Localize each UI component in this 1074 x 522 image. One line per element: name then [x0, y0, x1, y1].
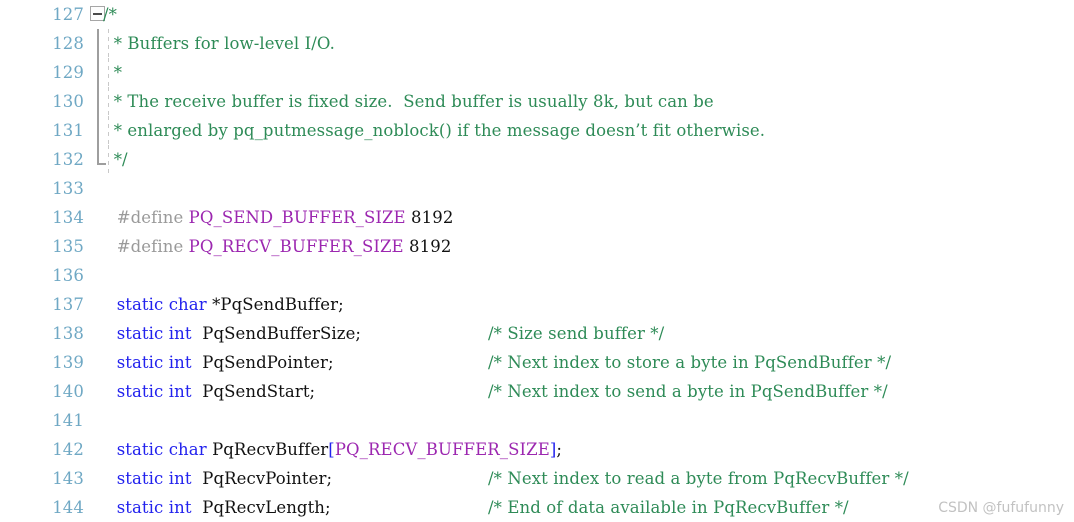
code-line[interactable]: 130 * The receive buffer is fixed size. …: [0, 87, 1074, 116]
token-keyword: static int: [106, 469, 197, 488]
code-line[interactable]: 127 /*: [0, 0, 1074, 29]
code-line[interactable]: 143 static int PqRecvPointer; /* Next ind…: [0, 464, 1074, 493]
code-text[interactable]: * Buffers for low-level I/O.: [103, 29, 335, 58]
line-number: 129: [52, 63, 84, 82]
line-number: 137: [52, 295, 84, 314]
code-line[interactable]: 135 #define PQ_RECV_BUFFER_SIZE 8192: [0, 232, 1074, 261]
token-comment: * enlarged by pq_putmessage_noblock() if…: [103, 121, 766, 140]
line-number: 127: [52, 5, 84, 24]
code-line[interactable]: 134 #define PQ_SEND_BUFFER_SIZE 8192: [0, 203, 1074, 232]
code-line[interactable]: 142 static char PqRecvBuffer[PQ_RECV_BUF…: [0, 435, 1074, 464]
token-plain: 8192: [405, 208, 454, 227]
code-text[interactable]: static int PqSendStart;: [106, 377, 315, 406]
code-line[interactable]: 141: [0, 406, 1074, 435]
code-text[interactable]: static int PqSendBufferSize;: [106, 319, 361, 348]
token-comment: */: [103, 150, 128, 169]
code-line[interactable]: 144 static int PqRecvLength; /* End of da…: [0, 493, 1074, 522]
code-text[interactable]: static int PqRecvPointer;: [106, 464, 332, 493]
token-keyword: static int: [106, 382, 197, 401]
code-line[interactable]: 138 static int PqSendBufferSize; /* Size …: [0, 319, 1074, 348]
token-plain: 8192: [403, 237, 452, 256]
line-number: 138: [52, 324, 84, 343]
code-line[interactable]: 133: [0, 174, 1074, 203]
trailing-comment: /* End of data available in PqRecvBuffer…: [488, 498, 849, 517]
line-number: 143: [52, 469, 84, 488]
line-number: 128: [52, 34, 84, 53]
token-comment: *: [103, 63, 123, 82]
trailing-comment: /* Next index to read a byte from PqRecv…: [488, 469, 909, 488]
code-line[interactable]: 131 * enlarged by pq_putmessage_noblock(…: [0, 116, 1074, 145]
token-comment: * The receive buffer is fixed size. Send…: [103, 92, 714, 111]
line-number: 134: [52, 208, 84, 227]
line-number: 135: [52, 237, 84, 256]
line-number: 140: [52, 382, 84, 401]
token-preprocessor: #define: [106, 208, 189, 227]
code-line[interactable]: 132 */: [0, 145, 1074, 174]
token-macro: PQ_SEND_BUFFER_SIZE: [188, 208, 406, 227]
token-comment: * Buffers for low-level I/O.: [103, 34, 335, 53]
token-keyword: static char: [106, 440, 213, 459]
line-number: 141: [52, 411, 84, 430]
fold-stem-icon: [97, 29, 99, 58]
line-number: 139: [52, 353, 84, 372]
code-text[interactable]: static int PqRecvLength;: [106, 493, 331, 522]
token-preprocessor: #define: [106, 237, 189, 256]
code-text[interactable]: static char *PqSendBuffer;: [106, 290, 344, 319]
token-plain: PqSendBufferSize;: [196, 324, 362, 343]
token-comment: /*: [103, 5, 118, 24]
line-number: 133: [52, 179, 84, 198]
token-plain: PqRecvPointer;: [196, 469, 333, 488]
code-line[interactable]: 136: [0, 261, 1074, 290]
token-plain: PqSendPointer;: [196, 353, 334, 372]
code-text[interactable]: */: [103, 145, 128, 174]
trailing-comment: /* Next index to store a byte in PqSendB…: [488, 353, 892, 372]
token-keyword: static int: [106, 324, 197, 343]
token-plain: ;: [556, 440, 563, 459]
code-line[interactable]: 139 static int PqSendPointer; /* Next ind…: [0, 348, 1074, 377]
token-keyword: static char: [106, 295, 213, 314]
code-line[interactable]: 140 static int PqSendStart; /* Next index…: [0, 377, 1074, 406]
line-number: 130: [52, 92, 84, 111]
code-text[interactable]: static int PqSendPointer;: [106, 348, 334, 377]
code-editor-viewport[interactable]: 127/* 128 * Buffers for low-level I/O. 129…: [0, 0, 1074, 522]
token-keyword: static int: [106, 498, 197, 517]
trailing-comment: /* Size send buffer */: [488, 324, 665, 343]
code-text[interactable]: *: [103, 58, 122, 87]
token-macro: PQ_RECV_BUFFER_SIZE: [188, 237, 404, 256]
line-number: 144: [52, 498, 84, 517]
line-number: 136: [52, 266, 84, 285]
code-line[interactable]: 128 * Buffers for low-level I/O.: [0, 29, 1074, 58]
line-number: 142: [52, 440, 84, 459]
fold-stem-icon: [97, 116, 99, 145]
line-number: 132: [52, 150, 84, 169]
code-line[interactable]: 129 *: [0, 58, 1074, 87]
token-macro: PQ_RECV_BUFFER_SIZE: [334, 440, 550, 459]
fold-stem-icon: [97, 58, 99, 87]
code-line[interactable]: 137 static char *PqSendBuffer;: [0, 290, 1074, 319]
token-plain: PqRecvLength;: [196, 498, 331, 517]
code-text[interactable]: * enlarged by pq_putmessage_noblock() if…: [103, 116, 765, 145]
token-plain: PqRecvBuffer: [212, 440, 329, 459]
token-plain: *PqSendBuffer;: [212, 295, 344, 314]
fold-end-icon: [97, 145, 106, 165]
code-text[interactable]: static char PqRecvBuffer[PQ_RECV_BUFFER_…: [106, 435, 562, 464]
code-text[interactable]: #define PQ_SEND_BUFFER_SIZE 8192: [106, 203, 454, 232]
code-text[interactable]: #define PQ_RECV_BUFFER_SIZE 8192: [106, 232, 452, 261]
trailing-comment: /* Next index to send a byte in PqSendBu…: [488, 382, 888, 401]
token-keyword: static int: [106, 353, 197, 372]
fold-stem-icon: [97, 87, 99, 116]
code-text[interactable]: /*: [103, 0, 117, 29]
line-number: 131: [52, 121, 84, 140]
token-plain: PqSendStart;: [196, 382, 316, 401]
code-text[interactable]: * The receive buffer is fixed size. Send…: [103, 87, 714, 116]
